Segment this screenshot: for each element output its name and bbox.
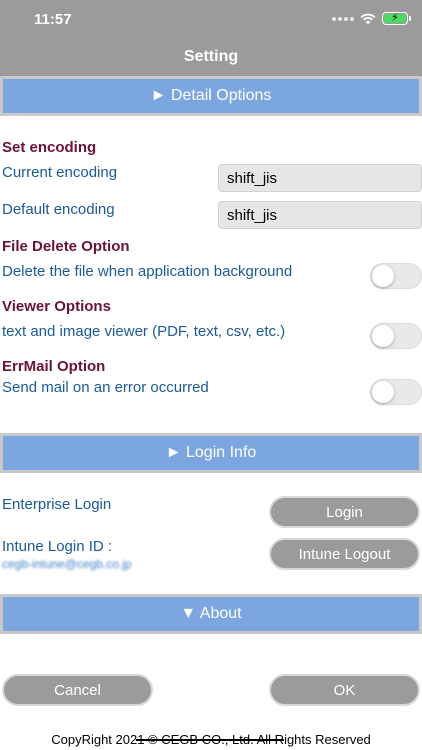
file-delete-toggle[interactable] xyxy=(370,263,422,289)
toggle-knob xyxy=(372,265,394,287)
viewer-toggle[interactable] xyxy=(370,323,422,349)
navigation-header: 11:57 ⚡ Setting xyxy=(0,0,422,78)
viewer-options-label: text and image viewer (PDF, text, csv, e… xyxy=(2,323,286,340)
detail-options-bar[interactable]: ► Detail Options xyxy=(0,76,422,116)
errmail-toggle[interactable] xyxy=(370,379,422,405)
errmail-heading: ErrMail Option xyxy=(2,358,106,375)
login-info-label[interactable]: ► Login Info xyxy=(3,436,419,470)
encoding-heading: Set encoding xyxy=(2,139,97,156)
enterprise-login-label: Enterprise Login xyxy=(2,496,112,513)
current-encoding-label: Current encoding xyxy=(2,164,118,181)
ok-button[interactable]: OK xyxy=(269,674,420,706)
intune-login-id-value: cegb-intune@cegb.co.jp xyxy=(2,557,132,571)
wifi-icon xyxy=(360,13,376,24)
detail-options-label[interactable]: ► Detail Options xyxy=(3,79,419,113)
about-bar[interactable]: ▼ About xyxy=(0,594,422,634)
toggle-knob xyxy=(372,381,394,403)
file-delete-heading: File Delete Option xyxy=(2,238,130,255)
default-encoding-label: Default encoding xyxy=(2,201,115,218)
status-icons: ⚡ xyxy=(332,12,411,25)
login-button[interactable]: Login xyxy=(269,496,420,528)
login-info-bar[interactable]: ► Login Info xyxy=(0,433,422,473)
default-encoding-field[interactable]: shift_jis xyxy=(218,201,422,229)
status-time: 11:57 xyxy=(34,11,72,28)
copyright-redaction-line xyxy=(136,739,284,741)
intune-logout-button[interactable]: Intune Logout xyxy=(269,538,420,570)
errmail-label: Send mail on an error occurred xyxy=(2,379,209,396)
file-delete-label: Delete the file when application backgro… xyxy=(2,263,293,280)
toggle-knob xyxy=(372,325,394,347)
intune-login-id-label: Intune Login ID : xyxy=(2,538,113,555)
viewer-options-heading: Viewer Options xyxy=(2,298,111,315)
battery-charging-icon: ⚡ xyxy=(382,12,411,25)
cancel-button[interactable]: Cancel xyxy=(2,674,153,706)
signal-dots-icon xyxy=(332,16,354,21)
about-label[interactable]: ▼ About xyxy=(3,597,419,631)
current-encoding-field[interactable]: shift_jis xyxy=(218,164,422,192)
page-title: Setting xyxy=(183,48,239,65)
